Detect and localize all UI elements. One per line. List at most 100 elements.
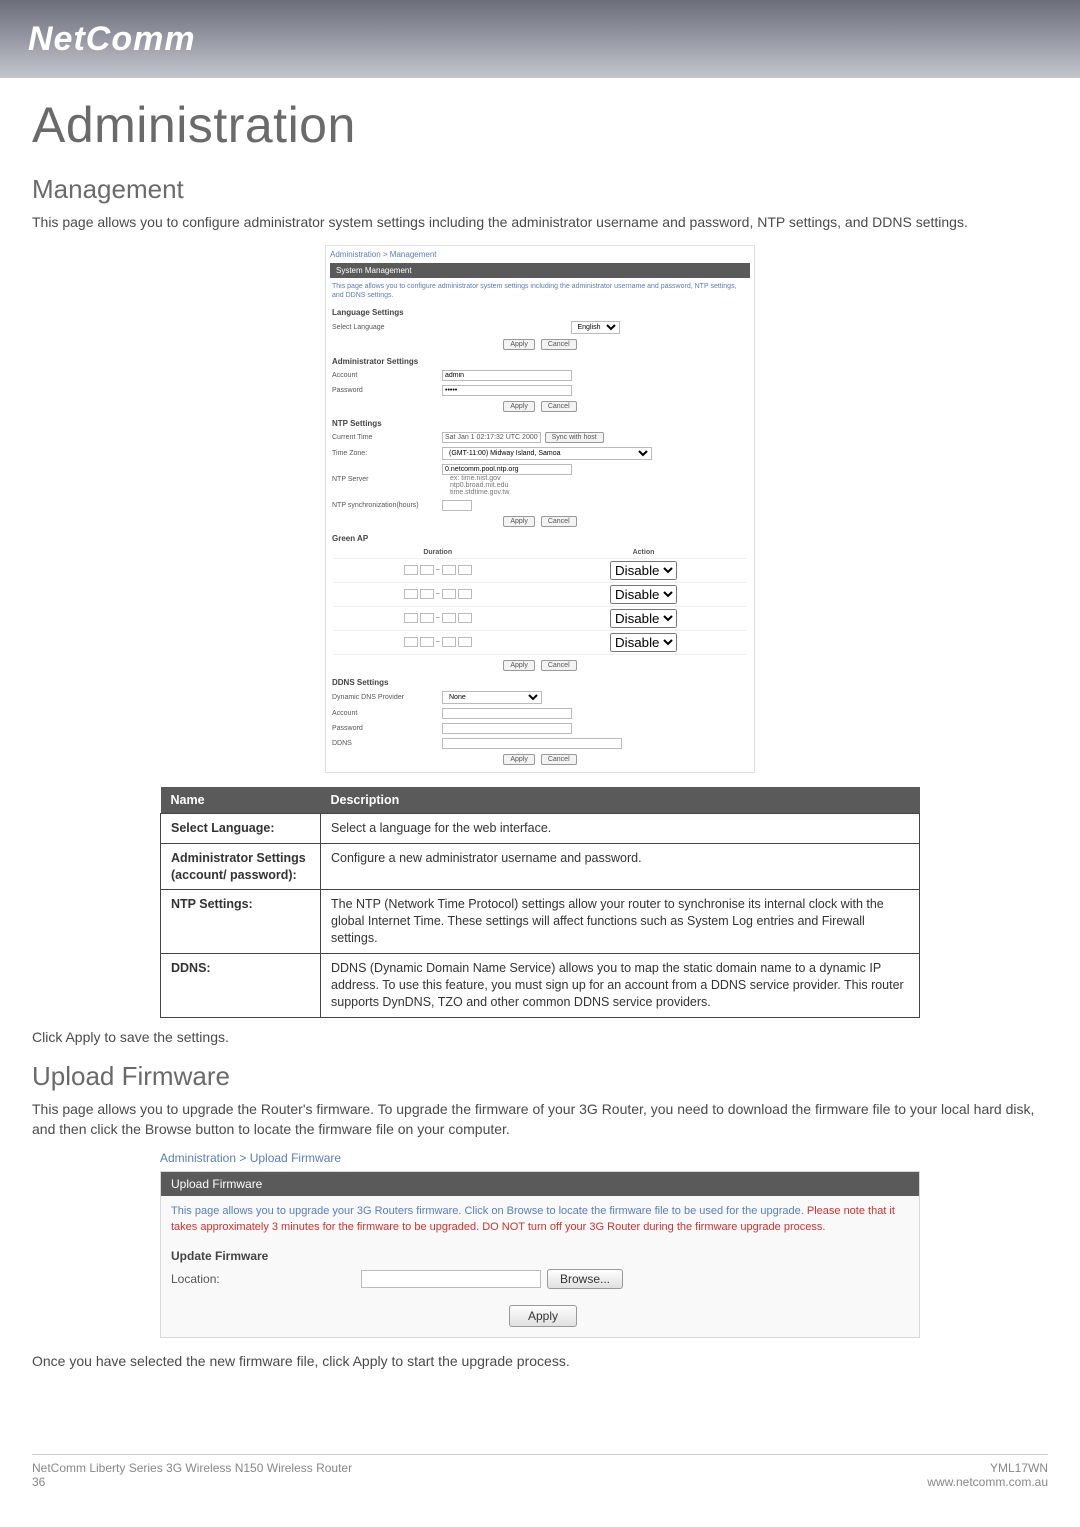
cancel-button[interactable]: Cancel <box>541 660 577 671</box>
table-row: ~ Disable <box>334 558 746 582</box>
account-input[interactable] <box>442 370 572 381</box>
language-settings-header: Language Settings <box>330 304 750 319</box>
apply-button[interactable]: Apply <box>503 339 535 350</box>
breadcrumb: Administration > Upload Firmware <box>160 1151 920 1165</box>
action-dropdown[interactable]: Disable <box>610 561 677 580</box>
footer-url: www.netcomm.com.au <box>927 1475 1048 1489</box>
cancel-button[interactable]: Cancel <box>541 401 577 412</box>
panel-title: Upload Firmware <box>161 1172 919 1196</box>
ddns-provider-dropdown[interactable]: None <box>442 691 542 704</box>
upload-firmware-screenshot: Administration > Upload Firmware Upload … <box>160 1151 920 1338</box>
ntp-settings-header: NTP Settings <box>330 415 750 430</box>
ntp-server-input[interactable] <box>442 464 572 475</box>
table-row: Administrator Settings (account/ passwor… <box>161 843 920 890</box>
breadcrumb: Administration > Management <box>330 250 750 259</box>
panel-title: System Management <box>330 263 750 278</box>
time-input[interactable] <box>458 613 472 623</box>
time-input[interactable] <box>420 589 434 599</box>
time-input[interactable] <box>442 637 456 647</box>
time-input[interactable] <box>404 565 418 575</box>
time-input[interactable] <box>404 613 418 623</box>
footer-page-number: 36 <box>32 1475 352 1489</box>
select-language-label: Select Language <box>332 324 442 331</box>
description-column-header: Description <box>321 787 920 814</box>
management-intro: This page allows you to configure admini… <box>32 213 1048 233</box>
ddns-name-input[interactable] <box>442 738 622 749</box>
cancel-button[interactable]: Cancel <box>541 516 577 527</box>
apply-note: Click Apply to save the settings. <box>32 1028 1048 1048</box>
password-label: Password <box>332 387 442 394</box>
page-footer: NetComm Liberty Series 3G Wireless N150 … <box>0 1461 1080 1509</box>
duration-column-header: Duration <box>334 547 541 559</box>
current-time-label: Current Time <box>332 434 442 441</box>
time-input[interactable] <box>458 589 472 599</box>
table-row: DDNS:DDNS (Dynamic Domain Name Service) … <box>161 954 920 1018</box>
footer-divider <box>32 1454 1048 1455</box>
ntp-hint: time.stdtime.gov.tw <box>442 489 572 496</box>
action-column-header: Action <box>541 547 746 559</box>
time-input[interactable] <box>458 637 472 647</box>
ddns-password-label: Password <box>332 725 442 732</box>
time-input[interactable] <box>442 613 456 623</box>
apply-button[interactable]: Apply <box>503 754 535 765</box>
table-row: ~ Disable <box>334 630 746 654</box>
apply-button[interactable]: Apply <box>503 401 535 412</box>
ntp-sync-label: NTP synchronization(hours) <box>332 502 442 509</box>
time-input[interactable] <box>442 589 456 599</box>
timezone-dropdown[interactable]: (GMT-11:00) Midway Island, Samoa <box>442 447 652 460</box>
time-input[interactable] <box>420 613 434 623</box>
table-row: NTP Settings:The NTP (Network Time Proto… <box>161 890 920 954</box>
ddns-account-input[interactable] <box>442 708 572 719</box>
panel-desc: This page allows you to upgrade your 3G … <box>161 1196 919 1243</box>
upload-firmware-heading: Upload Firmware <box>32 1061 1048 1092</box>
time-input[interactable] <box>404 637 418 647</box>
name-column-header: Name <box>161 787 321 814</box>
location-label: Location: <box>171 1272 361 1286</box>
action-dropdown[interactable]: Disable <box>610 585 677 604</box>
ddns-provider-label: Dynamic DNS Provider <box>332 694 442 701</box>
upload-firmware-intro: This page allows you to upgrade the Rout… <box>32 1100 1048 1139</box>
panel-desc: This page allows you to configure admini… <box>330 278 750 304</box>
footer-doc-code: YML17WN <box>927 1461 1048 1475</box>
ddns-account-label: Account <box>332 710 442 717</box>
action-dropdown[interactable]: Disable <box>610 609 677 628</box>
table-row: Select Language:Select a language for th… <box>161 813 920 843</box>
browse-button[interactable]: Browse... <box>547 1269 623 1289</box>
ddns-settings-header: DDNS Settings <box>330 674 750 689</box>
green-ap-header: Green AP <box>330 530 750 545</box>
update-firmware-header: Update Firmware <box>161 1243 919 1265</box>
footer-product-name: NetComm Liberty Series 3G Wireless N150 … <box>32 1461 352 1475</box>
account-label: Account <box>332 372 442 379</box>
ddns-password-input[interactable] <box>442 723 572 734</box>
ntp-hint: ntp0.broad.mit.edu <box>442 482 572 489</box>
cancel-button[interactable]: Cancel <box>541 754 577 765</box>
time-input[interactable] <box>442 565 456 575</box>
ntp-server-label: NTP Server <box>332 476 442 483</box>
green-ap-table: Duration Action ~ Disable ~ Disable ~ Di… <box>334 547 746 655</box>
time-input[interactable] <box>420 637 434 647</box>
action-dropdown[interactable]: Disable <box>610 633 677 652</box>
timezone-label: Time Zone: <box>332 450 442 457</box>
brand-header: NetComm <box>0 0 1080 78</box>
time-input[interactable] <box>404 589 418 599</box>
location-input[interactable] <box>361 1270 541 1288</box>
table-row: ~ Disable <box>334 582 746 606</box>
management-heading: Management <box>32 174 1048 205</box>
description-table: Name Description Select Language:Select … <box>160 787 920 1018</box>
apply-button[interactable]: Apply <box>509 1305 577 1327</box>
time-input[interactable] <box>420 565 434 575</box>
admin-settings-header: Administrator Settings <box>330 353 750 368</box>
upload-after-note: Once you have selected the new firmware … <box>32 1352 1048 1372</box>
sync-host-button[interactable]: Sync with host <box>545 432 604 443</box>
password-input[interactable] <box>442 385 572 396</box>
select-language-dropdown[interactable]: English <box>571 321 620 334</box>
brand-logo: NetComm <box>28 20 196 59</box>
cancel-button[interactable]: Cancel <box>541 339 577 350</box>
apply-button[interactable]: Apply <box>503 516 535 527</box>
ddns-name-label: DDNS <box>332 740 442 747</box>
ntp-sync-input[interactable] <box>442 500 472 511</box>
apply-button[interactable]: Apply <box>503 660 535 671</box>
page-title: Administration <box>32 96 1048 154</box>
time-input[interactable] <box>458 565 472 575</box>
table-row: ~ Disable <box>334 606 746 630</box>
